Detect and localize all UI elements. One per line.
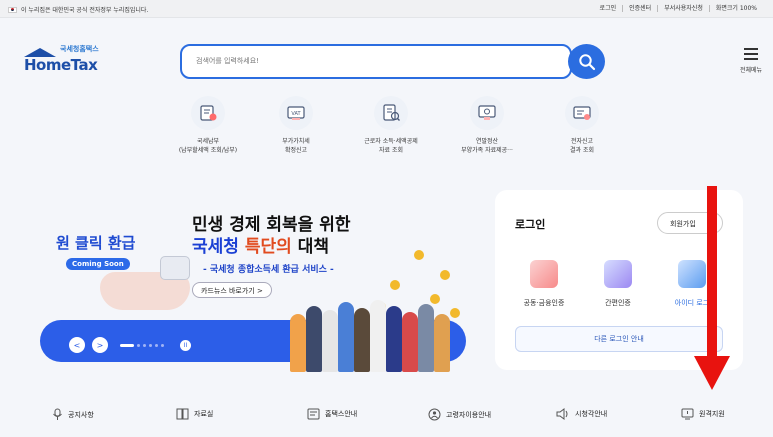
quick-menu-sublabel: 확정신고: [284, 147, 308, 154]
quick-menu-income-deduction[interactable]: 근로자 소득·세액공제 자료 조회: [346, 96, 436, 155]
remote-support-icon: [681, 408, 694, 420]
top-link-cert-center[interactable]: 인증센터: [623, 5, 659, 12]
bottom-link-notice[interactable]: 공지사항: [52, 408, 94, 421]
quick-menu-label: 국세납부: [196, 138, 220, 145]
quick-menu-e-filing[interactable]: 전자신고 결과 조회: [537, 96, 627, 155]
logo-small-text: 국세청홈택스: [60, 45, 99, 53]
quick-menu-sublabel: 부양가족 자료제공···: [461, 147, 513, 154]
banner-prev-button[interactable]: <: [69, 337, 85, 353]
full-menu-label: 전체메뉴: [739, 67, 763, 74]
korea-flag-icon: [8, 6, 17, 13]
banner-headline-2: 국세청 특단의 대책: [192, 232, 329, 257]
quick-menu-year-end[interactable]: 연말정산 부양가족 자료제공···: [442, 96, 532, 155]
top-link-screen-size[interactable]: 화면크기 100%: [710, 5, 763, 12]
pagination-dot[interactable]: [143, 344, 146, 347]
banner-headline-special: 특단의: [244, 237, 292, 257]
top-links: 로그인 인증센터 부서사용자신청 화면크기 100%: [594, 5, 763, 12]
guide-icon: [307, 408, 320, 420]
banner-one-click: 원 클릭 환급: [56, 234, 136, 252]
book-icon: [176, 408, 189, 420]
keyboard-key-illustration: [160, 256, 190, 280]
pagination-dot[interactable]: [161, 344, 164, 347]
phone-auth-icon: [604, 260, 632, 288]
gov-notice: 이 누리집은 대한민국 공식 전자정부 누리집입니다.: [8, 5, 148, 14]
login-option-certificate[interactable]: 공동·금융인증: [511, 260, 577, 308]
search-box: [180, 44, 572, 79]
senior-guide-icon: [428, 408, 441, 421]
bottom-link-library[interactable]: 자료실: [176, 408, 213, 420]
svg-text:VAT: VAT: [291, 111, 301, 117]
quick-menu-vat[interactable]: VAT 부가가치세 확정신고: [251, 96, 341, 155]
hamburger-icon: [744, 48, 758, 60]
logo-big-text: HomeTax: [24, 56, 98, 74]
top-utility-bar: 이 누리집은 대한민국 공식 전자정부 누리집입니다. 로그인 인증센터 부서사…: [0, 0, 773, 18]
bottom-link-label: 홈택스안내: [325, 410, 358, 418]
speaker-icon: [556, 408, 568, 420]
login-option-simple-auth[interactable]: 간편인증: [585, 260, 651, 308]
annotation-arrow-icon: [694, 186, 730, 390]
promo-banner[interactable]: 원 클릭 환급 Coming Soon 민생 경제 회복을 위한 국세청 특단의…: [40, 190, 466, 372]
quick-menu-label: 부가가치세: [282, 138, 310, 145]
microphone-icon: [53, 408, 62, 420]
gov-notice-text: 이 누리집은 대한민국 공식 전자정부 누리집입니다.: [21, 7, 149, 14]
income-deduction-icon: [374, 96, 408, 130]
bottom-link-remote-support[interactable]: 원격지원: [681, 408, 725, 420]
banner-headline-measure: 대책: [297, 237, 329, 257]
banner-subline: - 국세청 종합소득세 환급 서비스 -: [203, 265, 334, 275]
quick-menu-tax-payment[interactable]: 국세납부 (납부할세액 조회/납부): [163, 96, 253, 155]
quick-menu-label: 연말정산: [475, 138, 499, 145]
certificate-icon: [530, 260, 558, 288]
search-button[interactable]: [568, 44, 605, 79]
login-title: 로그인: [515, 218, 546, 231]
quick-menu-sublabel: (납부할세액 조회/납부): [178, 147, 238, 154]
banner-pagination: [120, 344, 164, 347]
banner-next-button[interactable]: >: [92, 337, 108, 353]
bottom-link-label: 공지사항: [68, 410, 94, 419]
login-option-label: 간편인증: [605, 299, 631, 307]
banner-pause-button[interactable]: II: [180, 340, 191, 351]
quick-menu-sublabel: 자료 조회: [379, 147, 403, 154]
search-input[interactable]: [196, 57, 536, 65]
pagination-dot-active[interactable]: [120, 344, 134, 347]
bottom-link-label: 시청각안내: [575, 410, 608, 418]
year-end-settlement-icon: [470, 96, 504, 130]
tax-payment-icon: [191, 96, 225, 130]
people-illustration: [286, 278, 466, 372]
full-menu-button[interactable]: 전체메뉴: [734, 48, 768, 74]
quick-menu-sublabel: 결과 조회: [570, 147, 594, 154]
bottom-link-senior-guide[interactable]: 고령자이용안내: [428, 408, 491, 421]
pagination-dot[interactable]: [155, 344, 158, 347]
e-filing-result-icon: [565, 96, 599, 130]
bottom-link-hometax-guide[interactable]: 홈택스안내: [307, 408, 357, 420]
cardnews-link[interactable]: 카드뉴스 바로가기 >: [192, 282, 272, 298]
hometax-logo[interactable]: 국세청홈택스 HomeTax: [20, 44, 110, 80]
pagination-dot[interactable]: [137, 344, 140, 347]
bottom-link-label: 원격지원: [699, 410, 725, 418]
vat-icon: VAT: [279, 96, 313, 130]
bottom-link-label: 고령자이용안내: [446, 410, 492, 419]
banner-headline-nts: 국세청: [192, 237, 239, 257]
search-icon: [578, 53, 595, 70]
pagination-dot[interactable]: [149, 344, 152, 347]
quick-menu-label: 근로자 소득·세액공제: [364, 138, 418, 145]
quick-menu-label: 전자신고: [570, 138, 594, 145]
top-link-login[interactable]: 로그인: [594, 5, 624, 12]
banner-coming-soon: Coming Soon: [66, 258, 130, 270]
bottom-link-label: 자료실: [194, 410, 214, 418]
bottom-link-audiovisual[interactable]: 시청각안내: [556, 408, 607, 420]
bottom-link-bar: 공지사항 자료실 홈택스안내 고령자이용안내 시청각안내 원격지원: [0, 396, 773, 432]
top-link-dept-user[interactable]: 부서사용자신청: [658, 5, 710, 12]
login-option-label: 공동·금융인증: [523, 299, 565, 307]
